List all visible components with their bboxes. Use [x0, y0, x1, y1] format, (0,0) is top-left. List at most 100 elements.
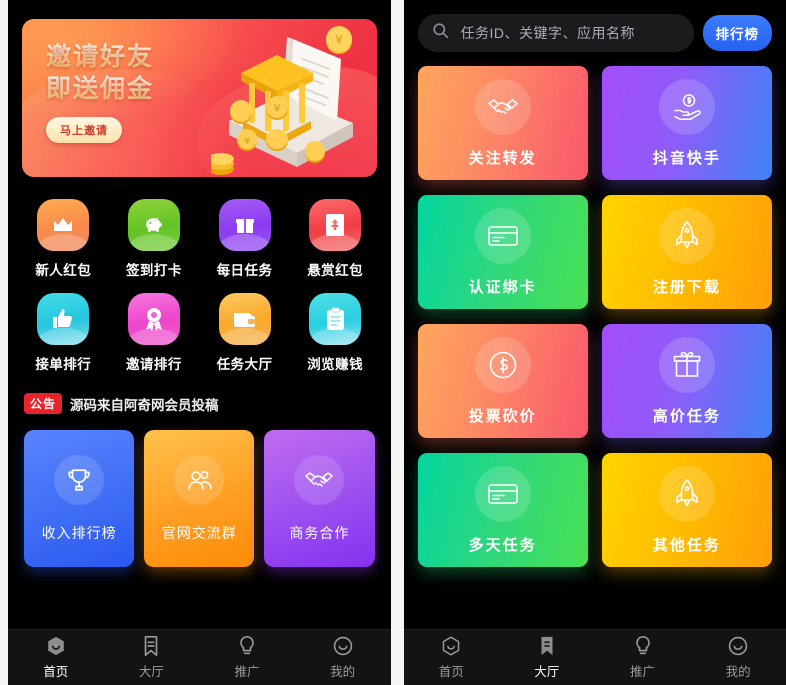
- tab-promote[interactable]: 推广: [199, 635, 295, 680]
- tab-label: 大厅: [534, 665, 560, 679]
- tab-home[interactable]: 首页: [8, 635, 104, 680]
- piggy-bank-icon: [127, 199, 180, 251]
- quick-entry-new-user-redpacket[interactable]: 新人红包: [18, 199, 109, 279]
- invite-banner[interactable]: ¥ ¥ ¥ 邀请好友 即送佣金 马上邀请: [22, 19, 377, 177]
- smiley-icon: [727, 635, 749, 657]
- clipboard-icon: [309, 293, 362, 345]
- task-card-label: 注册下载: [652, 278, 721, 296]
- crown-icon: [37, 199, 90, 251]
- search-bar: 排行榜: [404, 0, 786, 52]
- hand-coin-icon: [658, 78, 715, 135]
- tab-home[interactable]: 首页: [404, 635, 500, 680]
- home-hex-icon: [440, 635, 462, 657]
- tab-hall[interactable]: 大厅: [499, 635, 595, 680]
- search-icon: [432, 22, 449, 44]
- gift-icon: [658, 336, 715, 393]
- tab-promote[interactable]: 推广: [595, 635, 691, 680]
- trophy-icon: [54, 454, 105, 505]
- tab-label: 我的: [725, 665, 751, 679]
- promo-card-business-coop[interactable]: 商务合作: [264, 430, 375, 567]
- left-scroll-area[interactable]: ¥ ¥ ¥ 邀请好友 即送佣金 马上邀请 新人红包 签到打卡 每日任务 悬赏红包…: [8, 0, 391, 629]
- wallet-icon: [218, 293, 271, 345]
- ranking-button[interactable]: 排行榜: [702, 15, 772, 51]
- quick-entry-label: 浏览赚钱: [307, 357, 364, 372]
- handshake-icon: [474, 78, 531, 135]
- banner-text-block: 邀请好友 即送佣金 马上邀请: [22, 19, 377, 143]
- tab-label: 我的: [330, 665, 356, 679]
- credit-card-icon: [474, 207, 531, 264]
- tab-label: 大厅: [138, 665, 164, 679]
- bookmark-icon: [141, 635, 161, 657]
- tab-mine[interactable]: 我的: [295, 635, 391, 680]
- tab-label: 首页: [43, 665, 69, 679]
- task-card-label: 抖音快手: [652, 149, 721, 167]
- promo-card-income-ranking[interactable]: 收入排行榜: [24, 430, 135, 567]
- bulb-icon: [633, 635, 653, 657]
- bulb-icon: [237, 635, 257, 657]
- red-envelope-icon: [309, 199, 362, 251]
- section-heading: 热荐回类: [8, 567, 391, 587]
- promo-card-row: 收入排行榜 官网交流群 商务合作: [8, 414, 391, 567]
- smiley-icon: [332, 635, 354, 657]
- tab-label: 首页: [438, 665, 464, 679]
- task-card-label: 多天任务: [468, 536, 537, 554]
- right-scroll-area[interactable]: 排行榜 关注转发: [404, 0, 786, 629]
- promo-card-official-group[interactable]: 官网交流群: [144, 430, 255, 567]
- banner-headline-2: 即送佣金: [46, 73, 377, 105]
- quick-entry-grid: 新人红包 签到打卡 每日任务 悬赏红包 接单排行 邀请排行 任务大厅 浏览赚钱: [8, 177, 391, 373]
- quick-entry-label: 接单排行: [35, 357, 92, 372]
- tab-label: 推广: [234, 665, 260, 679]
- task-card-label: 关注转发: [468, 149, 537, 167]
- quick-entry-daily-task[interactable]: 每日任务: [199, 199, 290, 279]
- promo-card-label: 官网交流群: [161, 524, 237, 541]
- task-card-register-download[interactable]: 注册下载: [601, 195, 772, 309]
- bookmark-icon: [537, 635, 557, 657]
- group-icon: [174, 454, 225, 505]
- task-card-douyin-kuaishou[interactable]: 抖音快手: [601, 66, 772, 180]
- quick-entry-order-ranking[interactable]: 接单排行: [18, 293, 109, 373]
- rocket-icon: [658, 465, 715, 522]
- thumbs-up-icon: [37, 293, 90, 345]
- search-field[interactable]: [417, 14, 694, 52]
- dual-phone-stage: ¥ ¥ ¥ 邀请好友 即送佣金 马上邀请 新人红包 签到打卡 每日任务 悬赏红包…: [0, 0, 786, 685]
- search-input[interactable]: [460, 25, 680, 41]
- tab-hall[interactable]: 大厅: [104, 635, 200, 680]
- dollar-coin-icon: [474, 336, 531, 393]
- medal-icon: [127, 293, 180, 345]
- task-card-label: 其他任务: [652, 536, 721, 554]
- quick-entry-browse-earn[interactable]: 浏览赚钱: [290, 293, 381, 373]
- quick-entry-bounty-redpacket[interactable]: 悬赏红包: [290, 199, 381, 279]
- invite-now-button[interactable]: 马上邀请: [46, 117, 122, 143]
- quick-entry-checkin[interactable]: 签到打卡: [109, 199, 200, 279]
- rocket-icon: [658, 207, 715, 264]
- tab-label: 推广: [630, 665, 656, 679]
- task-card-follow-repost[interactable]: 关注转发: [417, 66, 588, 180]
- task-card-verify-bindcard[interactable]: 认证绑卡: [417, 195, 588, 309]
- task-card-high-price[interactable]: 高价任务: [601, 324, 772, 438]
- left-phone-screen: ¥ ¥ ¥ 邀请好友 即送佣金 马上邀请 新人红包 签到打卡 每日任务 悬赏红包…: [8, 0, 391, 685]
- announcement-bar[interactable]: 公告 源码来自阿奇网会员投稿: [8, 373, 391, 414]
- quick-entry-task-hall[interactable]: 任务大厅: [199, 293, 290, 373]
- handshake-icon: [294, 454, 345, 505]
- quick-entry-label: 悬赏红包: [307, 263, 364, 278]
- announcement-text: 源码来自阿奇网会员投稿: [70, 397, 219, 413]
- announcement-badge: 公告: [24, 393, 63, 414]
- task-card-multiday[interactable]: 多天任务: [417, 453, 588, 567]
- task-card-other[interactable]: 其他任务: [601, 453, 772, 567]
- promo-card-label: 商务合作: [289, 524, 350, 541]
- quick-entry-label: 邀请排行: [125, 357, 182, 372]
- task-card-label: 高价任务: [652, 407, 721, 425]
- left-bottom-tabbar: 首页 大厅 推广 我的: [8, 629, 391, 685]
- right-bottom-tabbar: 首页 大厅 推广 我的: [403, 629, 786, 685]
- task-category-grid: 关注转发 抖音快手 认证绑卡 注册下载 投票砍价 高价任务 多天任务 其他任务: [404, 52, 786, 567]
- quick-entry-label: 新人红包: [35, 263, 92, 278]
- promo-card-label: 收入排行榜: [41, 524, 117, 541]
- task-card-vote-bargain[interactable]: 投票砍价: [417, 324, 588, 438]
- quick-entry-invite-ranking[interactable]: 邀请排行: [109, 293, 200, 373]
- quick-entry-label: 签到打卡: [125, 263, 182, 278]
- home-hex-icon: [45, 635, 67, 657]
- task-card-label: 认证绑卡: [468, 278, 537, 296]
- quick-entry-label: 每日任务: [216, 263, 273, 278]
- task-card-label: 投票砍价: [468, 407, 537, 425]
- tab-mine[interactable]: 我的: [690, 635, 786, 680]
